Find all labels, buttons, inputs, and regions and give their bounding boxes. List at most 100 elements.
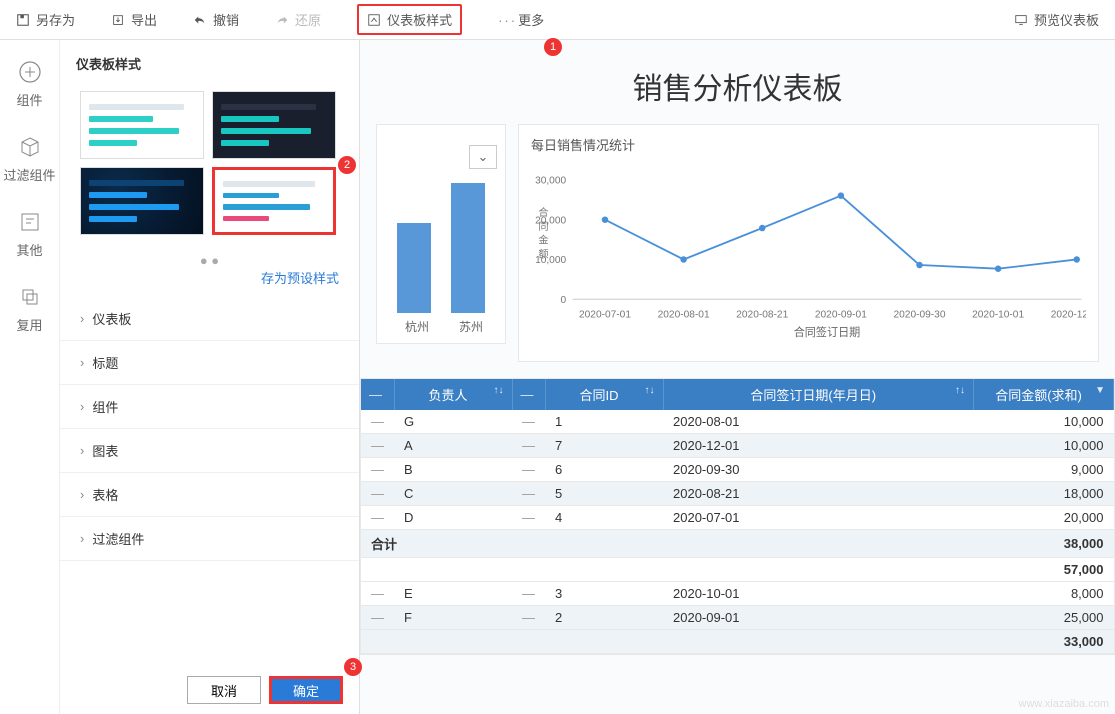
- plus-circle-icon: [18, 60, 42, 84]
- cell-owner: B: [394, 458, 512, 482]
- toolbar-preview[interactable]: 预览仪表板: [1014, 10, 1099, 29]
- cancel-button[interactable]: 取消: [187, 676, 261, 704]
- row-collapse[interactable]: —: [361, 582, 394, 606]
- th-collapse-owner[interactable]: —: [361, 379, 394, 410]
- th-collapse-id[interactable]: —: [512, 379, 545, 410]
- section-title[interactable]: ›标题: [60, 341, 359, 385]
- monitor-icon: [1014, 13, 1028, 27]
- toolbar-more-label: 更多: [518, 10, 544, 29]
- confirm-button[interactable]: 确定: [269, 676, 343, 704]
- table-row[interactable]: —B—62020-09-309,000: [361, 458, 1114, 482]
- th-contract-id[interactable]: 合同ID ↑↓: [545, 379, 663, 410]
- total-label: 合计: [361, 530, 974, 558]
- cell-owner: E: [394, 582, 512, 606]
- svg-text:2020-07-01: 2020-07-01: [579, 310, 631, 321]
- total-amount: 38,000: [974, 530, 1114, 558]
- sort-icon[interactable]: ↑↓: [645, 385, 655, 396]
- table-row[interactable]: —G—12020-08-0110,000: [361, 410, 1114, 434]
- redo-icon: [275, 13, 289, 27]
- section-filter[interactable]: ›过滤组件: [60, 517, 359, 561]
- row-collapse[interactable]: —: [512, 606, 545, 630]
- th-amount[interactable]: 合同金额(求和)▼: [974, 379, 1114, 410]
- chevron-right-icon: ›: [80, 399, 84, 414]
- chevron-right-icon: ›: [80, 531, 84, 546]
- rail-reuse[interactable]: 复用: [0, 285, 60, 334]
- more-icon: ···: [498, 13, 512, 27]
- row-collapse[interactable]: —: [361, 458, 394, 482]
- rail-filter[interactable]: 过滤组件: [0, 135, 60, 184]
- section-table[interactable]: ›表格: [60, 473, 359, 517]
- annotation-badge-1: 1: [544, 38, 562, 56]
- cell-amount: 20,000: [974, 506, 1114, 530]
- style-thumb-dark-blue[interactable]: [80, 167, 204, 235]
- row-collapse[interactable]: —: [512, 410, 545, 434]
- row-collapse[interactable]: —: [512, 582, 545, 606]
- svg-text:2020-09-01: 2020-09-01: [815, 310, 867, 321]
- th-owner[interactable]: 负责人↑↓: [394, 379, 512, 410]
- row-collapse[interactable]: —: [512, 506, 545, 530]
- section-dashboard[interactable]: ›仪表板: [60, 297, 359, 341]
- style-pager-dots[interactable]: ● ●: [60, 253, 359, 268]
- style-thumb-light-multi[interactable]: [212, 167, 336, 235]
- table-row[interactable]: —F—22020-09-0125,000: [361, 606, 1114, 630]
- row-collapse[interactable]: —: [361, 506, 394, 530]
- row-collapse[interactable]: —: [512, 482, 545, 506]
- table-row[interactable]: —E—32020-10-018,000: [361, 582, 1114, 606]
- cell-amount: 9,000: [974, 458, 1114, 482]
- cell-date: 2020-12-01: [663, 434, 974, 458]
- rail-other[interactable]: 其他: [0, 210, 60, 259]
- total-label: [361, 558, 974, 582]
- annotation-badge-3: 3: [344, 658, 362, 676]
- bar-label-hangzhou: 杭州: [397, 318, 437, 335]
- minus-icon: —: [521, 387, 534, 402]
- table-row[interactable]: —A—72020-12-0110,000: [361, 434, 1114, 458]
- section-component[interactable]: ›组件: [60, 385, 359, 429]
- rail-add-component[interactable]: 组件: [0, 60, 60, 109]
- left-rail: 组件 过滤组件 其他 复用: [0, 40, 60, 714]
- toolbar-save-as[interactable]: 另存为: [16, 10, 75, 29]
- cell-id: 7: [545, 434, 663, 458]
- row-collapse[interactable]: —: [361, 434, 394, 458]
- toolbar-more[interactable]: ··· 更多: [498, 10, 544, 29]
- toolbar-undo[interactable]: 撤销: [193, 10, 239, 29]
- toolbar-export[interactable]: 导出: [111, 10, 157, 29]
- section-chart-label: 图表: [92, 441, 118, 460]
- style-thumb-dark-cyan[interactable]: [212, 91, 336, 159]
- style-sections: ›仪表板 ›标题 ›组件 › 图表 ›表格 ›过滤组件: [60, 297, 359, 666]
- table-row[interactable]: —D—42020-07-0120,000: [361, 506, 1114, 530]
- chevron-right-icon: ›: [80, 443, 84, 458]
- cell-date: 2020-07-01: [663, 506, 974, 530]
- row-collapse[interactable]: —: [512, 434, 545, 458]
- table-row[interactable]: —C—52020-08-2118,000: [361, 482, 1114, 506]
- total-label: [361, 630, 974, 654]
- sort-icon[interactable]: ↑↓: [955, 385, 965, 396]
- svg-text:30,000: 30,000: [535, 176, 566, 187]
- rail-component-label: 组件: [16, 90, 42, 109]
- toolbar-dashboard-style[interactable]: 仪表板样式: [357, 4, 462, 35]
- th-date[interactable]: 合同签订日期(年月日)↑↓: [663, 379, 974, 410]
- style-panel: 仪表板样式 ● ● 存为预设样式 ›仪表板 ›标题: [60, 40, 360, 714]
- row-collapse[interactable]: —: [512, 458, 545, 482]
- th-id-label: 合同ID: [579, 388, 618, 403]
- cell-amount: 18,000: [974, 482, 1114, 506]
- cell-date: 2020-09-01: [663, 606, 974, 630]
- row-collapse[interactable]: —: [361, 410, 394, 434]
- style-icon: [367, 13, 381, 27]
- rail-reuse-label: 复用: [16, 315, 42, 334]
- sort-icon[interactable]: ↑↓: [494, 385, 504, 396]
- chevron-right-icon: ›: [80, 487, 84, 502]
- cell-id: 5: [545, 482, 663, 506]
- section-chart[interactable]: › 图表: [60, 429, 359, 473]
- row-collapse[interactable]: —: [361, 606, 394, 630]
- bar-chart: 杭州 苏州: [387, 183, 495, 313]
- caret-down-icon[interactable]: ▼: [1095, 385, 1105, 396]
- bar-chart-widget[interactable]: ⌄ 杭州 苏州: [376, 124, 506, 344]
- bar-dropdown[interactable]: ⌄: [469, 145, 497, 169]
- toolbar-undo-label: 撤销: [213, 10, 239, 29]
- style-thumb-light-cyan[interactable]: [80, 91, 204, 159]
- row-collapse[interactable]: —: [361, 482, 394, 506]
- data-table-widget[interactable]: — 负责人↑↓ — 合同ID ↑↓ 合同签订日期(年月日)↑↓ 合同金额(求和)▼…: [360, 378, 1115, 655]
- line-chart-widget[interactable]: 每日销售情况统计 30,000 20,000 10,000 0 合 同 金 额 …: [518, 124, 1099, 362]
- rail-filter-label: 过滤组件: [3, 165, 55, 184]
- save-preset-link[interactable]: 存为预设样式: [60, 268, 359, 297]
